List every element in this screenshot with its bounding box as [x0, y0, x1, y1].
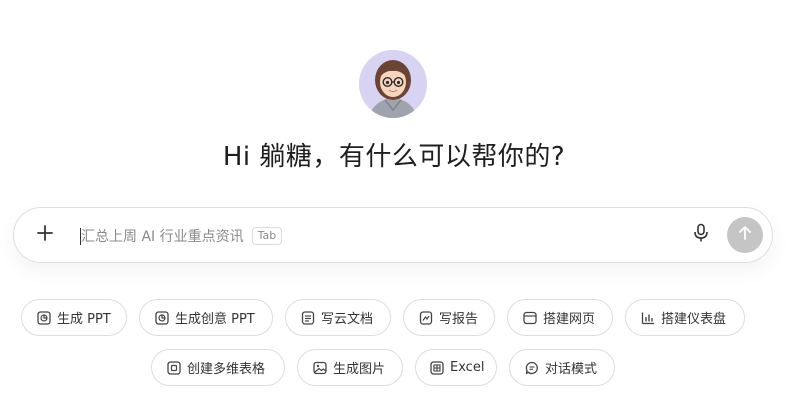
- quick-action-excel[interactable]: Excel: [415, 349, 497, 386]
- chip-label: 对话模式: [545, 362, 598, 377]
- send-button[interactable]: [727, 217, 763, 253]
- quick-action-cloud-doc[interactable]: 写云文档: [285, 299, 391, 336]
- report-icon: [418, 310, 433, 325]
- plus-icon: [36, 224, 54, 246]
- quick-action-report[interactable]: 写报告: [403, 299, 495, 336]
- chip-label: 搭建仪表盘: [661, 312, 727, 327]
- quick-action-chat-mode[interactable]: 对话模式: [509, 349, 615, 386]
- voice-input-button[interactable]: [689, 223, 713, 247]
- chip-label: Excel: [450, 360, 485, 375]
- chip-label: 写报告: [439, 312, 479, 327]
- chip-label: 搭建网页: [543, 312, 596, 327]
- excel-icon: [430, 360, 444, 375]
- quick-action-build-dashboard[interactable]: 搭建仪表盘: [625, 299, 745, 336]
- table-icon: [166, 360, 181, 375]
- greeting-title: Hi 躺糖，有什么可以帮你的?: [222, 142, 566, 172]
- microphone-icon: [692, 223, 710, 247]
- assistant-avatar: [359, 50, 427, 118]
- chat-icon: [524, 360, 539, 375]
- chat-home: Hi 躺糖，有什么可以帮你的? 汇总上周 AI 行业重点资讯 Tab 生成 PP…: [0, 0, 788, 415]
- document-icon: [300, 310, 315, 325]
- add-attachment-button[interactable]: [32, 222, 58, 248]
- chip-label: 生成图片: [333, 362, 386, 377]
- quick-action-build-webpage[interactable]: 搭建网页: [507, 299, 613, 336]
- image-icon: [312, 360, 327, 375]
- chip-label: 创建多维表格: [187, 362, 266, 377]
- webpage-icon: [522, 310, 537, 325]
- ppt-icon: [36, 310, 51, 325]
- arrow-up-icon: [737, 225, 753, 245]
- creative-ppt-icon: [154, 310, 169, 325]
- quick-actions-row-2: 创建多维表格 生成图片 Excel 对话模式: [0, 349, 788, 387]
- chip-label: 写云文档: [321, 312, 374, 327]
- chip-label: 生成 PPT: [57, 312, 111, 327]
- quick-action-creative-ppt[interactable]: 生成创意 PPT: [139, 299, 273, 336]
- quick-actions-row-1: 生成 PPT 生成创意 PPT 写云文档 写报告 搭建网页 搭建仪表盘: [0, 299, 788, 337]
- quick-action-generate-ppt[interactable]: 生成 PPT: [21, 299, 127, 336]
- dashboard-icon: [640, 310, 655, 325]
- quick-action-multidim-table[interactable]: 创建多维表格: [151, 349, 285, 386]
- quick-action-generate-image[interactable]: 生成图片: [297, 349, 403, 386]
- prompt-input[interactable]: [80, 220, 680, 250]
- prompt-composer: 汇总上周 AI 行业重点资讯 Tab: [13, 207, 773, 263]
- chip-label: 生成创意 PPT: [175, 312, 255, 327]
